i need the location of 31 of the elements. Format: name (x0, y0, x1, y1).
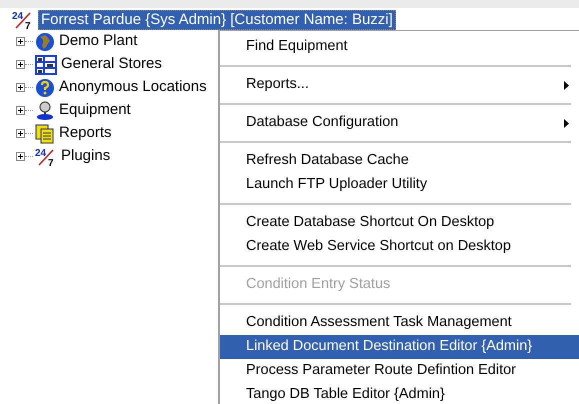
menu-item[interactable]: Find Equipment (220, 35, 579, 59)
person-icon (35, 100, 55, 120)
expand-toggle[interactable] (16, 60, 25, 69)
menu-item[interactable]: Database Configuration (220, 111, 579, 135)
expand-toggle[interactable] (16, 152, 25, 161)
tree-item-label[interactable]: Plugins (61, 145, 110, 168)
tree-root-label[interactable]: Forrest Pardue {Sys Admin} [Customer Name: Buzzi] (38, 10, 396, 30)
expand-toggle[interactable] (16, 83, 25, 92)
shelves-icon (35, 54, 57, 74)
expand-toggle[interactable] (16, 129, 25, 138)
menu-item[interactable]: Condition Assessment Task Management (220, 311, 579, 335)
menu-item[interactable]: Process Parameter Route Defintion Editor (220, 359, 579, 383)
tree-item-label[interactable]: Demo Plant (59, 30, 138, 53)
menu-item[interactable]: Launch FTP Uploader Utility (220, 173, 579, 197)
menu-item[interactable]: Tango DB Table Editor {Admin} (220, 383, 579, 404)
tree-item-label[interactable]: Reports (59, 122, 112, 145)
globe-icon (35, 32, 55, 52)
submenu-arrow-icon (564, 118, 569, 128)
menu-item[interactable]: Create Database Shortcut On Desktop (220, 211, 579, 235)
menu-item[interactable]: Reports... (220, 73, 579, 97)
menu-item[interactable]: Linked Document Destination Editor {Admin} (220, 335, 579, 359)
documents-icon (35, 124, 55, 144)
submenu-arrow-icon (564, 80, 569, 90)
tree-item-label[interactable]: General Stores (61, 53, 162, 76)
tree-item-label[interactable]: Anonymous Locations (59, 76, 207, 99)
menu-item[interactable]: Refresh Database Cache (220, 149, 579, 173)
question-globe-icon (35, 78, 55, 98)
menu-item[interactable]: Create Web Service Shortcut on Desktop (220, 235, 579, 259)
tree-item-label[interactable]: Equipment (59, 99, 131, 122)
expand-toggle[interactable] (16, 106, 25, 115)
expand-toggle[interactable] (16, 37, 25, 46)
